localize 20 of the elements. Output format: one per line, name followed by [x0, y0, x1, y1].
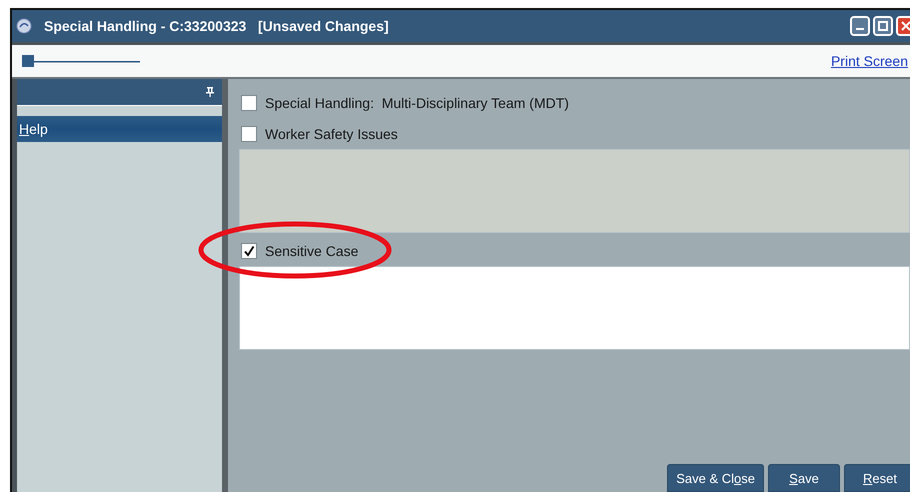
maximize-button[interactable]	[873, 16, 893, 36]
checkbox-label: Special Handling: Multi-Disciplinary Team (MDT)	[265, 94, 569, 110]
close-button[interactable]	[896, 16, 910, 36]
checkbox[interactable]	[241, 242, 257, 258]
globe-icon	[16, 18, 32, 34]
close-icon	[901, 21, 910, 31]
minimize-button[interactable]	[850, 16, 870, 36]
checkbox[interactable]	[241, 126, 257, 142]
slider-icon	[22, 55, 140, 67]
maximize-icon	[878, 21, 888, 31]
reset-button[interactable]: Reset	[844, 464, 910, 492]
save-button[interactable]: Save	[768, 464, 840, 492]
sidebar-item[interactable]: Help	[17, 116, 222, 142]
checkbox-label: Sensitive Case	[265, 242, 358, 258]
window-title: Special Handling - C:33200323 [Unsaved Changes]	[44, 18, 390, 34]
pin-icon[interactable]	[206, 87, 214, 97]
save-close-button[interactable]: Save & Close	[667, 464, 764, 492]
checkbox[interactable]	[241, 94, 257, 110]
checkbox-label: Worker Safety Issues	[265, 126, 398, 142]
print-screen-link[interactable]: Print Screen	[830, 53, 908, 69]
